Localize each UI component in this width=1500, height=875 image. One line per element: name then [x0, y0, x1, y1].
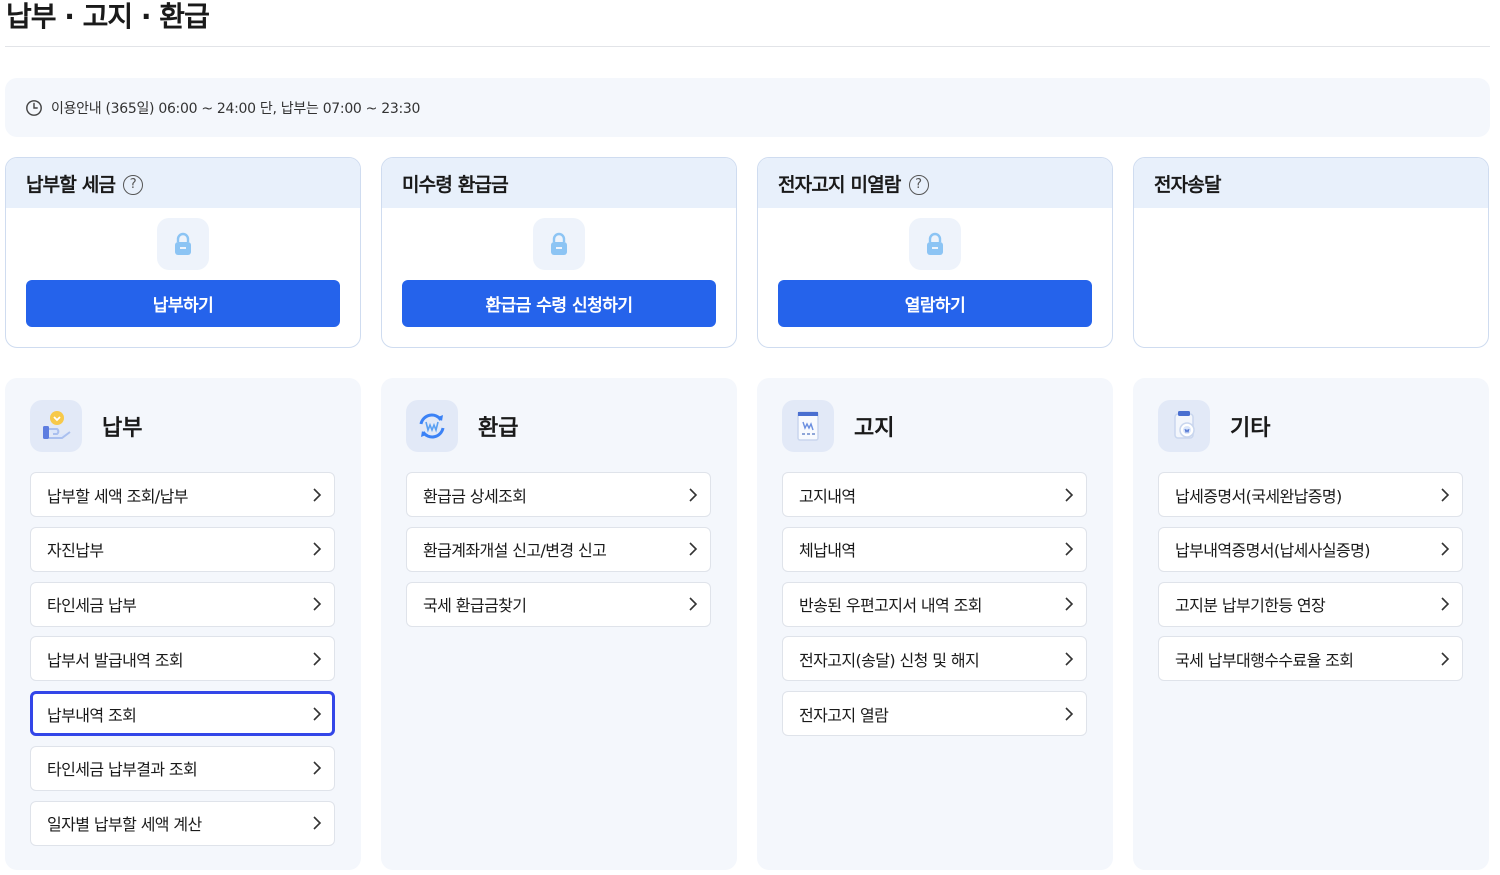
- summary-card-e-delivery: 전자송달: [1133, 157, 1489, 348]
- menu-card-notice: 고지 고지내역 체납내역 반송된 우편고지서 내역 조회 전자고지(송달) 신청…: [757, 378, 1113, 870]
- menu-list: 납부할 세액 조회/납부 자진납부 타인세금 납부 납부서 발급내역 조회 납부…: [30, 472, 335, 855]
- menu-item-payment-slip-history[interactable]: 납부서 발급내역 조회: [30, 636, 335, 682]
- menu-item-other-person-tax-payment[interactable]: 타인세금 납부: [30, 581, 335, 627]
- summary-card-header: 전자송달: [1134, 158, 1488, 208]
- menu-item-notice-history[interactable]: 고지내역: [782, 472, 1087, 517]
- summary-card-title: 전자고지 미열람: [778, 173, 901, 196]
- menu-card-etc: 기타 납세증명서(국세완납증명) 납부내역증명서(납세사실증명) 고지분 납부기…: [1133, 378, 1489, 870]
- summary-card-title: 미수령 환급금: [402, 173, 509, 196]
- chevron-right-icon: [1441, 597, 1450, 611]
- menu-item-e-notice-view[interactable]: 전자고지 열람: [782, 691, 1087, 736]
- title-divider: [5, 46, 1490, 47]
- menu-item-find-refund[interactable]: 국세 환급금찾기: [406, 581, 711, 627]
- help-icon[interactable]: ?: [123, 174, 144, 195]
- chevron-right-icon: [1065, 542, 1074, 556]
- chevron-right-icon: [313, 597, 322, 611]
- chevron-right-icon: [313, 706, 322, 721]
- menu-list: 환급금 상세조회 환급계좌개설 신고/변경 신고 국세 환급금찾기: [406, 472, 711, 636]
- menu-list: 고지내역 체납내역 반송된 우편고지서 내역 조회 전자고지(송달) 신청 및 …: [782, 472, 1087, 746]
- help-icon[interactable]: ?: [908, 174, 929, 195]
- chevron-right-icon: [1065, 487, 1074, 502]
- summary-card-unread-e-notice: 전자고지 미열람 ? 열람하기: [757, 157, 1113, 348]
- menu-card-refund: 환급 환급금 상세조회 환급계좌개설 신고/변경 신고 국세 환급금찾기: [381, 378, 737, 870]
- notice-text: 이용안내 (365일) 06:00 ~ 24:00 단, 납부는 07:00 ~…: [51, 100, 421, 117]
- clock-icon: [26, 99, 42, 116]
- page-title: 납부 · 고지 · 환급: [6, 0, 210, 33]
- chevron-right-icon: [1065, 652, 1074, 666]
- summary-card-unclaimed-refund: 미수령 환급금 환급금 수령 신청하기: [381, 157, 737, 348]
- chevron-right-icon: [313, 542, 322, 556]
- menu-item-e-notice-application[interactable]: 전자고지(송달) 신청 및 해지: [782, 636, 1087, 682]
- menu-item-deadline-extension[interactable]: 고지분 납부기한등 연장: [1158, 581, 1463, 627]
- menu-item-other-person-payment-result[interactable]: 타인세금 납부결과 조회: [30, 745, 335, 791]
- chevron-right-icon: [313, 652, 322, 666]
- summary-card-header: 미수령 환급금: [382, 158, 736, 208]
- chevron-right-icon: [689, 487, 698, 502]
- summary-card-header: 납부할 세금 ?: [6, 158, 360, 208]
- lock-icon: [157, 218, 209, 270]
- summary-card-tax-due: 납부할 세금 ? 납부하기: [5, 157, 361, 348]
- menu-title: 납부: [102, 416, 143, 441]
- menu-title: 고지: [854, 416, 895, 441]
- menu-item-agency-fee-rate[interactable]: 국세 납부대행수수료율 조회: [1158, 636, 1463, 682]
- chevron-right-icon: [689, 597, 698, 611]
- chevron-right-icon: [1065, 597, 1074, 611]
- menu-item-daily-tax-calculation[interactable]: 일자별 납부할 세액 계산: [30, 800, 335, 846]
- usage-notice: 이용안내 (365일) 06:00 ~ 24:00 단, 납부는 07:00 ~…: [5, 78, 1490, 137]
- menu-item-arrears-history[interactable]: 체납내역: [782, 526, 1087, 572]
- view-button[interactable]: 열람하기: [778, 280, 1092, 327]
- chevron-right-icon: [1065, 706, 1074, 721]
- summary-card-header: 전자고지 미열람 ?: [758, 158, 1112, 208]
- lock-icon: [909, 218, 961, 270]
- chevron-right-icon: [689, 542, 698, 556]
- chevron-right-icon: [313, 761, 322, 775]
- menu-item-returned-mail-notice[interactable]: 반송된 우편고지서 내역 조회: [782, 581, 1087, 627]
- chevron-right-icon: [313, 816, 322, 830]
- pay-button[interactable]: 납부하기: [26, 280, 340, 327]
- refund-claim-button[interactable]: 환급금 수령 신청하기: [402, 280, 716, 327]
- refund-cycle-icon: [406, 400, 458, 452]
- menu-card-payment: 납부 납부할 세액 조회/납부 자진납부 타인세금 납부 납부서 발급내역 조회…: [5, 378, 361, 870]
- payment-hand-icon: [30, 400, 82, 452]
- menu-list: 납세증명서(국세완납증명) 납부내역증명서(납세사실증명) 고지분 납부기한등 …: [1158, 472, 1463, 691]
- menu-item-refund-detail[interactable]: 환급금 상세조회: [406, 472, 711, 517]
- menu-item-refund-account-report[interactable]: 환급계좌개설 신고/변경 신고: [406, 526, 711, 572]
- coin-jar-icon: [1158, 400, 1210, 452]
- chevron-right-icon: [1441, 542, 1450, 556]
- menu-title: 환급: [478, 416, 519, 441]
- menu-item-tax-payment-certificate[interactable]: 납세증명서(국세완납증명): [1158, 472, 1463, 517]
- chevron-right-icon: [1441, 652, 1450, 666]
- menu-item-payment-history[interactable]: 납부내역 조회: [30, 691, 335, 736]
- chevron-right-icon: [313, 487, 322, 502]
- menu-title: 기타: [1230, 416, 1271, 441]
- menu-item-tax-due-inquiry[interactable]: 납부할 세액 조회/납부: [30, 472, 335, 517]
- lock-icon: [533, 218, 585, 270]
- menu-item-payment-history-certificate[interactable]: 납부내역증명서(납세사실증명): [1158, 526, 1463, 572]
- chevron-right-icon: [1441, 487, 1450, 502]
- bill-document-icon: [782, 400, 834, 452]
- summary-card-title: 전자송달: [1154, 173, 1222, 196]
- menu-item-self-payment[interactable]: 자진납부: [30, 526, 335, 572]
- summary-card-title: 납부할 세금: [26, 173, 116, 196]
